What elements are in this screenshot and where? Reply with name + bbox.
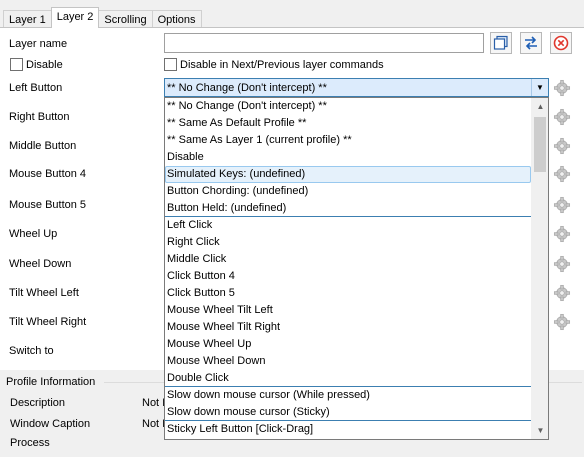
description-value: Not I bbox=[142, 397, 166, 409]
dropdown-item[interactable]: Mouse Wheel Down bbox=[165, 353, 531, 370]
disable-next-prev-label: Disable in Next/Previous layer commands bbox=[180, 59, 384, 71]
gear-icon bbox=[553, 196, 571, 214]
profile-section-title: Profile Information bbox=[6, 376, 96, 388]
gear-button-tilt-right[interactable] bbox=[552, 312, 572, 332]
clear-button[interactable] bbox=[550, 32, 572, 54]
dropdown-items: ** No Change (Don't intercept) ** ** Sam… bbox=[165, 98, 531, 438]
left-button-combo[interactable]: ** No Change (Don't intercept) ** ▼ bbox=[164, 78, 549, 97]
scroll-down-icon[interactable]: ▼ bbox=[532, 422, 548, 439]
gear-icon bbox=[553, 165, 571, 183]
layer-name-label: Layer name bbox=[9, 38, 68, 50]
gear-icon bbox=[553, 225, 571, 243]
copy-button[interactable] bbox=[490, 32, 512, 54]
dropdown-item[interactable]: Double Click bbox=[165, 370, 531, 387]
gear-icon bbox=[553, 79, 571, 97]
copy-icon bbox=[493, 35, 508, 50]
gear-button-wheel-up[interactable] bbox=[552, 224, 572, 244]
tab-layer-2[interactable]: Layer 2 bbox=[50, 7, 100, 28]
dropdown-item[interactable]: Mouse Wheel Up bbox=[165, 336, 531, 353]
process-label: Process bbox=[10, 437, 50, 449]
gear-icon bbox=[553, 284, 571, 302]
tab-layer-1[interactable]: Layer 1 bbox=[3, 10, 52, 28]
chevron-down-icon[interactable]: ▼ bbox=[531, 79, 548, 96]
wheel-up-label: Wheel Up bbox=[9, 228, 58, 240]
window-caption-label: Window Caption bbox=[10, 418, 91, 430]
dropdown-item[interactable]: Disable bbox=[165, 149, 531, 166]
gear-icon bbox=[553, 137, 571, 155]
dropdown-item[interactable]: Middle Click bbox=[165, 251, 531, 268]
dropdown-item[interactable]: Slow down mouse cursor (While pressed) bbox=[165, 387, 531, 404]
tab-strip: Layer 1 Layer 2 Scrolling Options bbox=[3, 7, 202, 28]
dropdown-item[interactable]: Click Button 5 bbox=[165, 285, 531, 302]
disable-label: Disable bbox=[26, 59, 63, 71]
combo-value: ** No Change (Don't intercept) ** bbox=[167, 81, 327, 94]
mouse-button-4-label: Mouse Button 4 bbox=[9, 168, 87, 180]
swap-button[interactable] bbox=[520, 32, 542, 54]
gear-button-tilt-left[interactable] bbox=[552, 283, 572, 303]
dropdown-item[interactable]: Slow down mouse cursor (Sticky) bbox=[165, 404, 531, 421]
gear-button-left[interactable] bbox=[552, 78, 572, 98]
right-button-label: Right Button bbox=[9, 111, 70, 123]
gear-button-right[interactable] bbox=[552, 107, 572, 127]
dropdown-item[interactable]: Mouse Wheel Tilt Left bbox=[165, 302, 531, 319]
gear-button-middle[interactable] bbox=[552, 136, 572, 156]
dropdown-item[interactable]: Right Click bbox=[165, 234, 531, 251]
clear-circle-x-icon bbox=[553, 35, 569, 51]
scrollbar-thumb[interactable] bbox=[534, 117, 546, 172]
layer-name-input[interactable] bbox=[164, 33, 484, 53]
swap-arrows-icon bbox=[525, 36, 537, 50]
dropdown-item[interactable]: ** Same As Default Profile ** bbox=[165, 115, 531, 132]
tab-options[interactable]: Options bbox=[151, 10, 202, 28]
gear-icon bbox=[553, 108, 571, 126]
wheel-down-label: Wheel Down bbox=[9, 258, 72, 270]
gear-button-4[interactable] bbox=[552, 164, 572, 184]
left-button-label: Left Button bbox=[9, 82, 63, 94]
dropdown-item[interactable]: Click Button 4 bbox=[165, 268, 531, 285]
action-dropdown-list[interactable]: ** No Change (Don't intercept) ** ** Sam… bbox=[164, 97, 549, 440]
mouse-button-5-label: Mouse Button 5 bbox=[9, 199, 87, 211]
dropdown-item[interactable]: Sticky Left Button [Click-Drag] bbox=[165, 421, 531, 438]
switch-to-label: Switch to bbox=[9, 345, 54, 357]
scroll-up-icon[interactable]: ▲ bbox=[532, 98, 548, 115]
tilt-wheel-right-label: Tilt Wheel Right bbox=[9, 316, 87, 328]
dropdown-item[interactable]: ** No Change (Don't intercept) ** bbox=[165, 98, 531, 115]
middle-button-label: Middle Button bbox=[9, 140, 77, 152]
dropdown-scrollbar[interactable]: ▲ ▼ bbox=[531, 98, 548, 439]
tab-scrolling[interactable]: Scrolling bbox=[98, 10, 153, 28]
disable-next-prev-checkbox[interactable] bbox=[164, 58, 177, 71]
disable-checkbox[interactable] bbox=[10, 58, 23, 71]
dropdown-item[interactable]: Mouse Wheel Tilt Right bbox=[165, 319, 531, 336]
dropdown-item[interactable]: ** Same As Layer 1 (current profile) ** bbox=[165, 132, 531, 149]
description-label: Description bbox=[10, 397, 66, 409]
gear-button-5[interactable] bbox=[552, 195, 572, 215]
dropdown-item[interactable]: Button Chording: (undefined) bbox=[165, 183, 531, 200]
dropdown-item[interactable]: Left Click bbox=[165, 217, 531, 234]
gear-icon bbox=[553, 313, 571, 331]
tilt-wheel-left-label: Tilt Wheel Left bbox=[9, 287, 79, 299]
dropdown-item-selected[interactable]: Simulated Keys: (undefined) bbox=[165, 166, 531, 183]
dropdown-item[interactable]: Button Held: (undefined) bbox=[165, 200, 531, 217]
window-caption-value: Not I bbox=[142, 418, 166, 430]
gear-icon bbox=[553, 255, 571, 273]
gear-button-wheel-down[interactable] bbox=[552, 254, 572, 274]
